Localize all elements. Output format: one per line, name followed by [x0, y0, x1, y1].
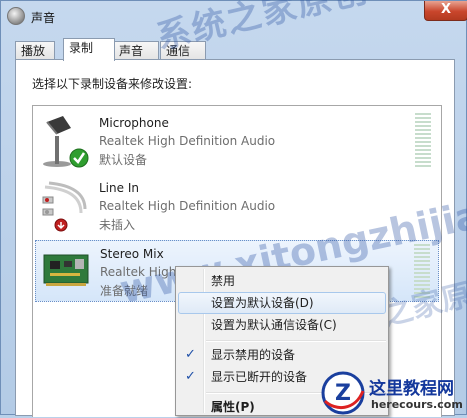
tab-communications[interactable]: 通信	[160, 41, 206, 60]
device-status: 未插入	[99, 218, 136, 232]
microphone-icon	[43, 116, 89, 168]
menu-item-disable[interactable]: 禁用	[178, 270, 386, 292]
menu-item-label: 设置为默认通信设备(C)	[211, 318, 337, 332]
tab-sounds[interactable]: 声音	[113, 41, 159, 60]
speaker-icon	[7, 7, 25, 25]
menu-item-label: 显示禁用的设备	[211, 348, 296, 362]
logo-url: herecours.com	[371, 398, 463, 411]
sound-card-icon	[43, 254, 89, 286]
menu-item-set-default-comm[interactable]: 设置为默认通信设备(C)	[178, 314, 386, 336]
level-meter	[414, 244, 430, 300]
svg-text:Z: Z	[335, 381, 351, 406]
device-name: Line In	[99, 181, 139, 195]
tab-recording[interactable]: 录制	[63, 38, 115, 61]
line-in-jack-icon	[42, 181, 87, 232]
menu-item-set-default[interactable]: 设置为默认设备(D)	[178, 292, 386, 314]
tab-playback[interactable]: 播放	[15, 41, 55, 60]
device-name: Microphone	[99, 116, 169, 130]
close-button[interactable]: X	[424, 1, 467, 21]
instruction-text: 选择以下录制设备来修改设置:	[32, 77, 193, 91]
device-driver: Realtek High Definition Audio	[99, 199, 276, 213]
level-meter	[415, 113, 431, 169]
window-title: 声音	[31, 11, 56, 25]
menu-item-label: 属性(P)	[211, 400, 255, 414]
menu-item-label: 禁用	[211, 274, 236, 288]
device-microphone[interactable]: Microphone Realtek High Definition Audio…	[35, 110, 439, 172]
device-status: 默认设备	[99, 153, 148, 167]
menu-item-label: 显示已断开的设备	[211, 370, 308, 384]
title-bar: 声音 X	[1, 1, 467, 33]
device-line-in[interactable]: Line In Realtek High Definition Audio 未插…	[35, 175, 439, 237]
checkmark-icon: ✓	[185, 369, 196, 384]
device-name: Stereo Mix	[100, 247, 164, 261]
site-logo: Z 这里教程网 herecours.com	[321, 371, 467, 416]
checkmark-icon: ✓	[185, 347, 196, 362]
device-driver: Realtek High Definition Audio	[99, 134, 276, 148]
logo-name: 这里教程网	[369, 379, 454, 399]
menu-item-label: 设置为默认设备(D)	[211, 296, 314, 310]
menu-separator	[206, 340, 386, 342]
logo-mark-icon: Z	[321, 371, 365, 415]
device-status: 准备就绪	[100, 284, 149, 298]
sound-dialog: 声音 X 播放 录制 声音 通信 选择以下录制设备来修改设置: Micropho…	[0, 0, 467, 417]
menu-item-show-disabled[interactable]: ✓ 显示禁用的设备	[178, 344, 386, 366]
